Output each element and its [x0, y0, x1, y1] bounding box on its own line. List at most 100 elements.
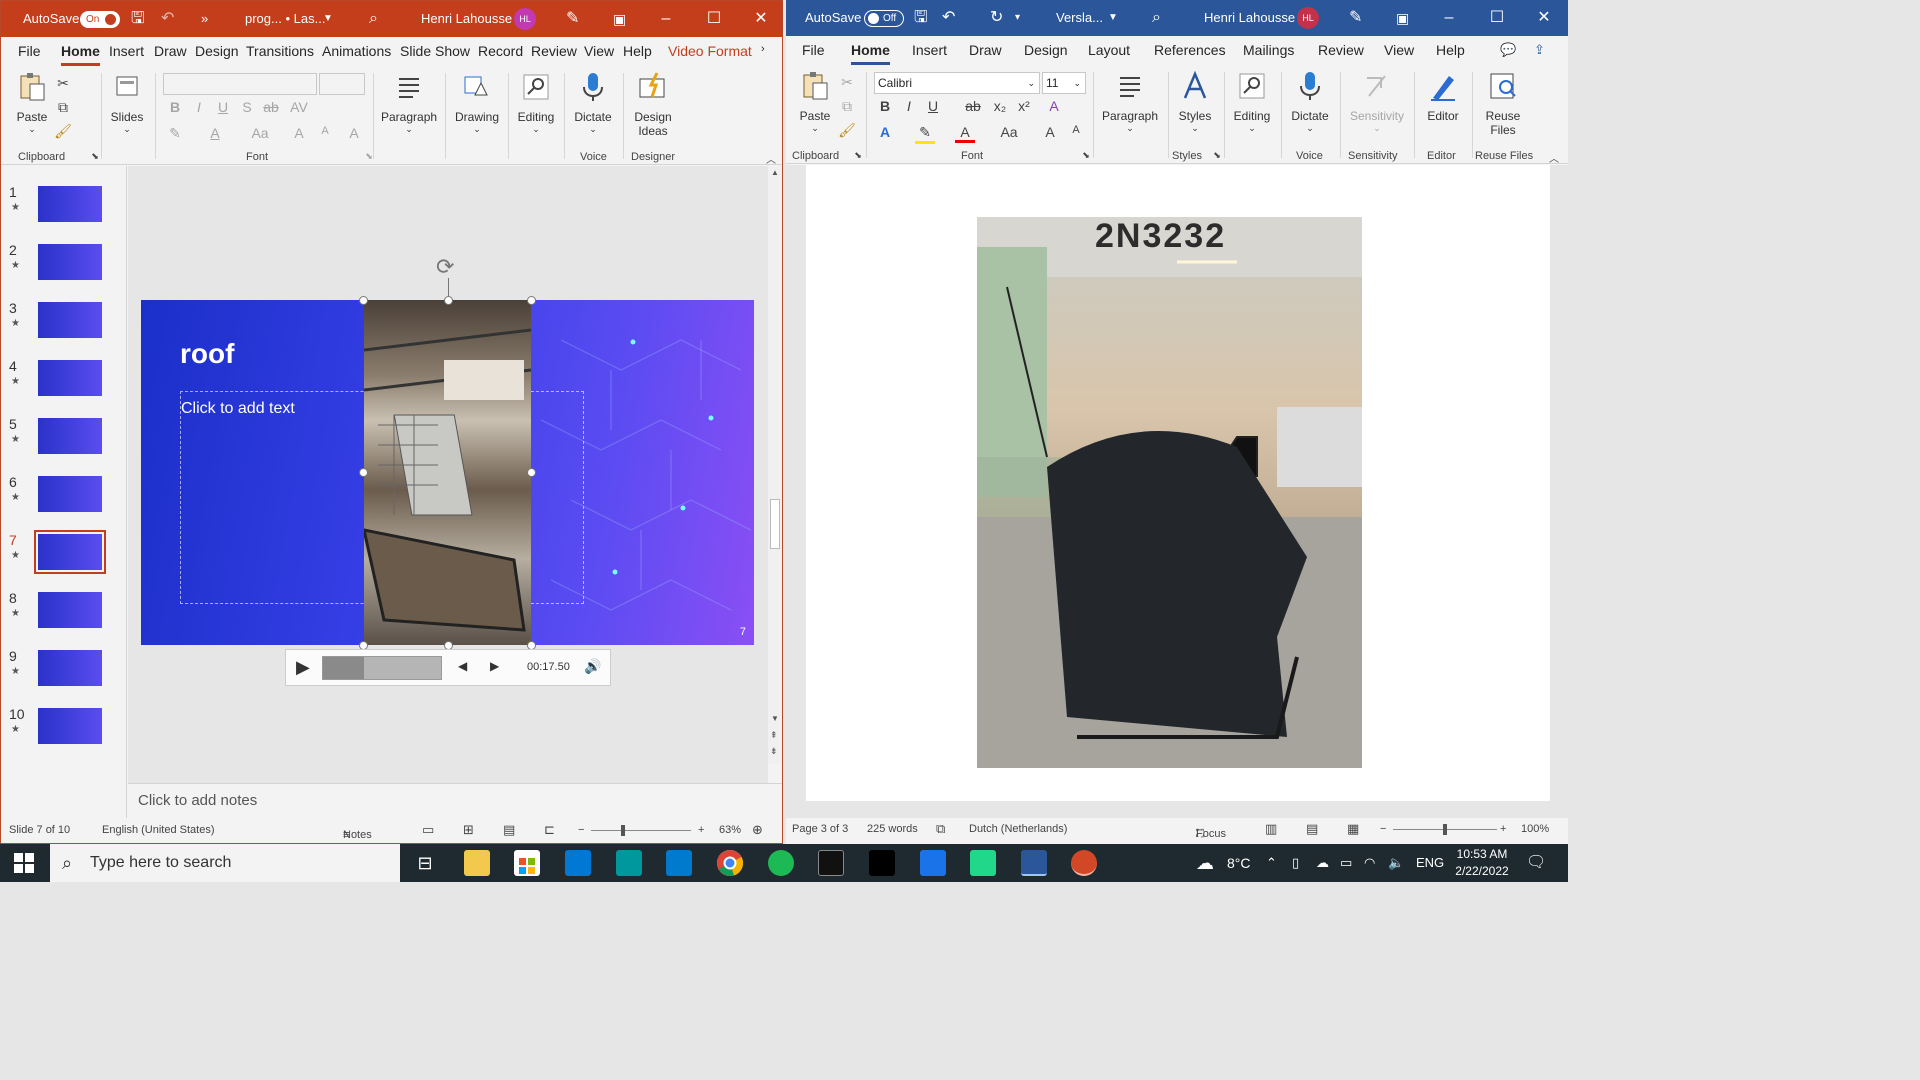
- terminal-icon[interactable]: [818, 850, 844, 876]
- close-button[interactable]: ✕: [1521, 0, 1567, 36]
- mail-icon[interactable]: [565, 850, 591, 876]
- zoom-slider[interactable]: [591, 830, 691, 831]
- word-count[interactable]: 225 words: [867, 823, 918, 835]
- dialog-launcher-icon[interactable]: ⬊: [85, 151, 105, 162]
- font-color-icon[interactable]: A: [955, 124, 975, 143]
- notes-pane[interactable]: Click to add notes: [128, 783, 782, 818]
- more-commands-icon[interactable]: »: [201, 1, 208, 37]
- resize-handle[interactable]: [444, 296, 453, 305]
- highlight-icon[interactable]: ✎: [165, 125, 185, 142]
- menu-draw[interactable]: Draw: [969, 42, 1002, 58]
- pen-icon[interactable]: ✎: [566, 1, 579, 37]
- share-icon[interactable]: ⇪: [1534, 42, 1545, 58]
- text-effects-icon[interactable]: A: [875, 124, 895, 140]
- paragraph-button[interactable]: Paragraph ⌄: [1100, 70, 1160, 134]
- zoom-out-icon[interactable]: −: [1380, 823, 1386, 835]
- resize-handle[interactable]: [527, 468, 536, 477]
- menu-insert[interactable]: Insert: [912, 42, 947, 58]
- bold-button[interactable]: B: [165, 99, 185, 115]
- menu-references[interactable]: References: [1154, 42, 1226, 58]
- avatar[interactable]: HL: [514, 8, 536, 30]
- slide-thumbnail[interactable]: [38, 186, 102, 222]
- print-layout-icon[interactable]: ▤: [1306, 821, 1318, 837]
- input-language[interactable]: ENG: [1416, 844, 1444, 882]
- menu-file[interactable]: File: [18, 43, 41, 59]
- fit-slide-icon[interactable]: ⊕: [752, 822, 763, 838]
- store-icon[interactable]: [514, 850, 540, 876]
- grow-font-icon[interactable]: A: [1040, 124, 1060, 140]
- chevron-down-icon[interactable]: ⌄: [15, 124, 49, 135]
- sensitivity-button[interactable]: Sensitivity ⌄: [1346, 70, 1408, 134]
- dialog-launcher-icon[interactable]: ⬊: [848, 150, 868, 161]
- onedrive-icon[interactable]: ☁: [1316, 844, 1329, 882]
- undo-icon[interactable]: ↶: [942, 0, 955, 36]
- strikethrough-button[interactable]: ab: [963, 98, 983, 114]
- highlight-icon[interactable]: ✎: [915, 124, 935, 144]
- menu-draw[interactable]: Draw: [154, 43, 187, 59]
- paste-button[interactable]: Paste ⌄: [798, 70, 832, 134]
- word-taskbar-icon[interactable]: [1021, 850, 1047, 876]
- scroll-up-icon[interactable]: ▲: [771, 168, 779, 177]
- zoom-slider-thumb[interactable]: [1443, 824, 1447, 835]
- weather-icon[interactable]: ☁: [1196, 844, 1214, 882]
- vmware-icon[interactable]: [920, 850, 946, 876]
- play-icon[interactable]: ▶: [296, 657, 310, 678]
- menu-layout[interactable]: Layout: [1088, 42, 1130, 58]
- editing-button[interactable]: Editing ⌄: [1230, 70, 1274, 134]
- chevron-down-icon[interactable]: ⌄: [109, 124, 145, 135]
- resize-handle[interactable]: [527, 296, 536, 305]
- word-doc-title[interactable]: Versla...: [1056, 0, 1103, 36]
- video-progress-bar[interactable]: [322, 656, 442, 680]
- shadow-button[interactable]: S: [237, 99, 257, 115]
- menu-help[interactable]: Help: [623, 43, 652, 59]
- menu-file[interactable]: File: [802, 42, 825, 58]
- bold-button[interactable]: B: [875, 98, 895, 114]
- undo-icon[interactable]: ↶: [161, 1, 174, 37]
- scroll-down-icon[interactable]: ▼: [771, 714, 779, 723]
- chevron-down-icon[interactable]: ⌄: [1174, 123, 1216, 134]
- chevron-down-icon[interactable]: ▼: [1108, 0, 1118, 36]
- page-counter[interactable]: Page 3 of 3: [792, 823, 848, 835]
- pycharm-icon[interactable]: [970, 850, 996, 876]
- slide-sorter-icon[interactable]: ⊞: [463, 822, 474, 838]
- zoom-in-icon[interactable]: +: [1500, 823, 1506, 835]
- drawing-button[interactable]: Drawing ⌄: [453, 71, 501, 135]
- italic-button[interactable]: I: [189, 99, 209, 115]
- chevron-down-icon[interactable]: ⌄: [571, 124, 615, 135]
- pen-icon[interactable]: ✎: [1349, 0, 1362, 36]
- chevron-down-icon[interactable]: ⌄: [453, 124, 501, 135]
- copy-icon[interactable]: ⧉: [53, 99, 73, 116]
- font-color-icon[interactable]: A: [205, 125, 225, 141]
- italic-button[interactable]: I: [899, 98, 919, 114]
- forward-icon[interactable]: ▶: [490, 659, 499, 673]
- slideshow-view-icon[interactable]: ⊏: [544, 822, 555, 838]
- clear-format-icon[interactable]: A: [1044, 98, 1064, 114]
- char-spacing-button[interactable]: AV: [289, 99, 309, 115]
- subscript-button[interactable]: x₂: [990, 98, 1010, 114]
- menu-mailings[interactable]: Mailings: [1243, 42, 1294, 58]
- design-ideas-button[interactable]: Design Ideas: [629, 71, 677, 138]
- volume-icon[interactable]: 🔊: [584, 658, 601, 675]
- reading-view-icon[interactable]: ▤: [503, 822, 515, 838]
- slide-thumbnail[interactable]: [38, 592, 102, 628]
- remarkable-icon[interactable]: [869, 850, 895, 876]
- minimize-button[interactable]: –: [643, 1, 689, 37]
- menu-record[interactable]: Record: [478, 43, 523, 59]
- chevron-right-icon[interactable]: ›: [761, 43, 765, 55]
- underline-button[interactable]: U: [923, 98, 943, 114]
- customize-toolbar-icon[interactable]: ▾: [1015, 0, 1020, 36]
- rotate-handle-icon[interactable]: ⟳: [436, 254, 454, 280]
- document-photo[interactable]: 2N3232: [977, 217, 1362, 768]
- zoom-slider-thumb[interactable]: [621, 825, 625, 836]
- underline-button[interactable]: U: [213, 99, 233, 115]
- redo-icon[interactable]: ↻: [990, 0, 1003, 36]
- chevron-down-icon[interactable]: ⌄: [381, 124, 437, 135]
- paragraph-button[interactable]: Paragraph ⌄: [381, 71, 437, 135]
- arduino-icon[interactable]: [616, 850, 642, 876]
- menu-design[interactable]: Design: [1024, 42, 1068, 58]
- language-status[interactable]: English (United States): [102, 824, 215, 836]
- weather-temp[interactable]: 8°C: [1227, 844, 1251, 882]
- chevron-up-icon[interactable]: ⌃: [1266, 844, 1277, 882]
- slide-thumbnail[interactable]: [38, 302, 102, 338]
- menu-design[interactable]: Design: [195, 43, 239, 59]
